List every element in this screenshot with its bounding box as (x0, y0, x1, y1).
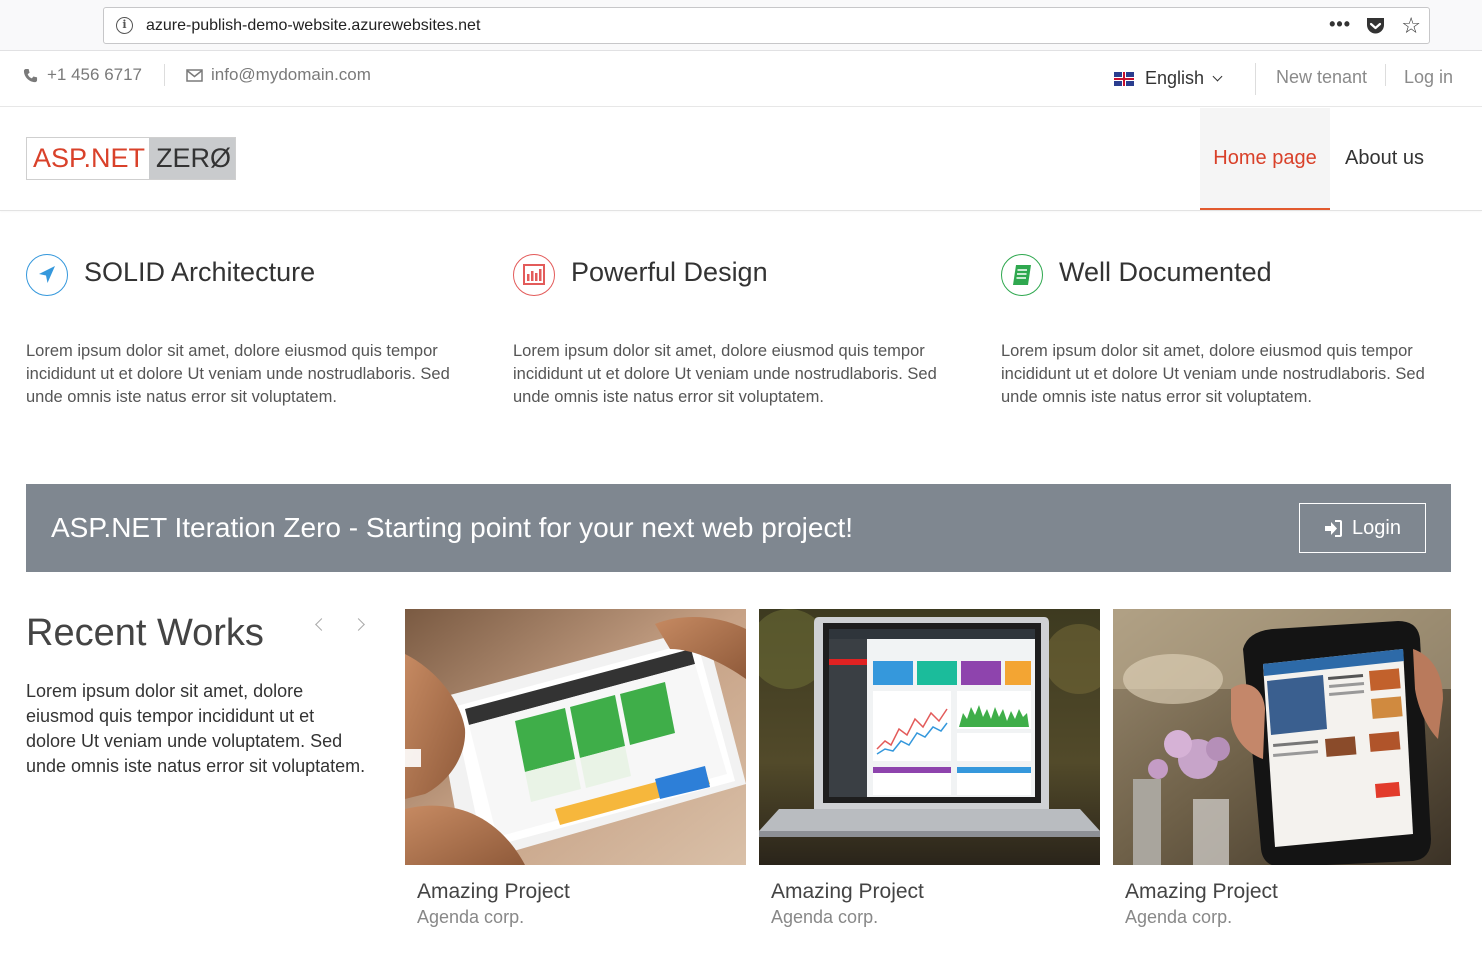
work-image-tablet-hands[interactable] (405, 609, 746, 865)
nav-about-us[interactable]: About us (1345, 108, 1424, 210)
login-link[interactable]: Log in (1404, 67, 1453, 88)
envelope-icon (186, 68, 203, 82)
recent-works-description: Lorem ipsum dolor sit amet, dolore eiusm… (26, 681, 366, 776)
feature-title: SOLID Architecture (84, 257, 316, 287)
bookmark-star-icon[interactable]: ☆ (1401, 13, 1421, 39)
carousel-prev-button[interactable] (312, 615, 328, 635)
bar-chart-icon (513, 254, 555, 296)
top-contact-bar: +1 456 6717 info@mydomain.com English Ne… (0, 51, 1482, 107)
book-icon (1001, 254, 1043, 296)
pocket-icon[interactable] (1365, 16, 1386, 36)
language-dropdown[interactable]: English (1114, 68, 1223, 89)
work-title: Amazing Project (417, 880, 570, 903)
location-arrow-icon (26, 254, 68, 296)
more-actions-icon[interactable]: ••• (1329, 14, 1351, 35)
promo-banner: ASP.NET Iteration Zero - Starting point … (26, 484, 1451, 572)
work-title: Amazing Project (771, 880, 924, 903)
language-label: English (1145, 68, 1205, 88)
logo-text-aspnet: ASP.NET (27, 138, 149, 179)
logo[interactable]: ASP.NET ZERØ (26, 137, 236, 180)
browser-toolbar: i azure-publish-demo-website.azurewebsit… (0, 0, 1482, 51)
divider (1255, 63, 1256, 95)
banner-login-label: Login (1352, 516, 1401, 539)
feature-description: Lorem ipsum dolor sit amet, dolore eiusm… (1001, 342, 1425, 406)
chevron-right-icon (352, 618, 365, 631)
banner-text: ASP.NET Iteration Zero - Starting point … (51, 512, 854, 543)
feature-title: Powerful Design (571, 257, 768, 287)
email-contact: info@mydomain.com (186, 65, 371, 85)
phone-number: +1 456 6717 (47, 65, 143, 84)
main-header: ASP.NET ZERØ Home page About us (0, 108, 1482, 211)
info-icon[interactable]: i (116, 17, 133, 34)
work-image-tablet-flowers[interactable] (1113, 609, 1451, 865)
phone-icon (23, 68, 38, 82)
sign-in-icon (1325, 519, 1343, 537)
feature-title: Well Documented (1059, 257, 1272, 287)
nav-home-page[interactable]: Home page (1200, 108, 1330, 210)
email-address[interactable]: info@mydomain.com (211, 65, 371, 85)
feature-description: Lorem ipsum dolor sit amet, dolore eiusm… (26, 342, 450, 406)
work-subtitle: Agenda corp. (771, 907, 879, 927)
uk-flag-icon (1114, 71, 1134, 86)
work-subtitle: Agenda corp. (417, 907, 525, 927)
url-text[interactable]: azure-publish-demo-website.azurewebsites… (146, 17, 480, 35)
new-tenant-link[interactable]: New tenant (1276, 67, 1367, 88)
address-bar[interactable]: i azure-publish-demo-website.azurewebsit… (103, 7, 1430, 44)
recent-works-title: Recent Works (26, 612, 264, 654)
chevron-down-icon (1212, 71, 1223, 81)
work-image-laptop-dashboard[interactable] (759, 609, 1100, 865)
work-title: Amazing Project (1125, 880, 1278, 903)
divider (1385, 64, 1386, 86)
work-subtitle: Agenda corp. (1125, 907, 1233, 927)
phone-contact: +1 456 6717 (23, 65, 142, 85)
logo-text-zero: ZERØ (149, 138, 235, 179)
feature-description: Lorem ipsum dolor sit amet, dolore eiusm… (513, 342, 937, 406)
divider (164, 64, 165, 86)
banner-login-button[interactable]: Login (1299, 503, 1426, 553)
chevron-left-icon (315, 618, 328, 631)
carousel-next-button[interactable] (352, 615, 368, 635)
